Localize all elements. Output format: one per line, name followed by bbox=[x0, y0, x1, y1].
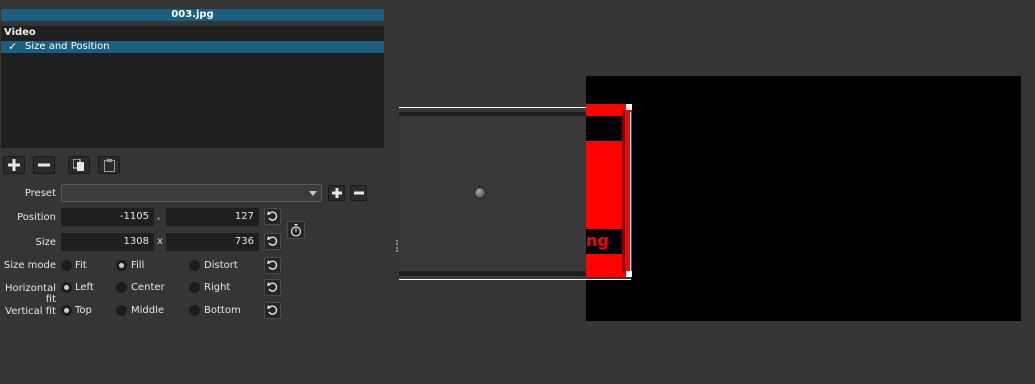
size-mode-distort-radio[interactable] bbox=[189, 260, 200, 271]
undo-icon bbox=[267, 211, 278, 221]
hfit-left-label: Left bbox=[75, 282, 94, 293]
image-strip-top bbox=[399, 112, 586, 116]
hfit-reset-button[interactable] bbox=[264, 279, 281, 296]
plus-icon bbox=[8, 159, 20, 171]
size-mode-fill-radio[interactable] bbox=[116, 260, 127, 271]
copy-filters-button[interactable] bbox=[68, 156, 90, 174]
position-label: Position bbox=[17, 212, 56, 223]
position-reset-button[interactable] bbox=[264, 208, 281, 225]
size-height-field[interactable]: 736 bbox=[166, 233, 259, 251]
add-filter-button[interactable] bbox=[3, 156, 25, 174]
preview-canvas bbox=[586, 76, 1021, 321]
position-x-field[interactable]: -1105 bbox=[61, 208, 154, 226]
vfit-middle-label: Middle bbox=[131, 305, 165, 316]
size-mode-label: Size mode bbox=[3, 260, 56, 271]
keyframe-toggle-button[interactable] bbox=[287, 221, 305, 239]
filter-enabled-checkbox[interactable]: ✓ bbox=[8, 40, 17, 53]
filter-item-label: Size and Position bbox=[25, 41, 110, 52]
horizontal-fit-label: Horizontal fit bbox=[4, 283, 56, 305]
image-black-band-bottom: ng bbox=[586, 229, 623, 254]
vfit-bottom-label: Bottom bbox=[204, 305, 241, 316]
vfit-bottom-radio[interactable] bbox=[189, 305, 200, 316]
image-black-band-top bbox=[586, 116, 623, 141]
resize-handle-bottom-right[interactable] bbox=[626, 271, 632, 277]
vfit-reset-button[interactable] bbox=[264, 302, 281, 319]
hfit-center-radio[interactable] bbox=[116, 282, 127, 293]
chevron-down-icon bbox=[309, 191, 317, 196]
size-mode-distort-label: Distort bbox=[204, 260, 238, 271]
transform-border-right bbox=[630, 112, 631, 272]
minus-icon bbox=[353, 191, 364, 195]
size-mode-fit-radio[interactable] bbox=[61, 260, 72, 271]
size-label: Size bbox=[35, 237, 56, 248]
resize-handle-top-right[interactable] bbox=[626, 104, 632, 110]
position-separator: , bbox=[157, 211, 161, 222]
stopwatch-icon bbox=[290, 223, 302, 237]
filter-group-video: Video bbox=[4, 27, 36, 38]
preset-select[interactable] bbox=[61, 184, 322, 202]
center-move-handle[interactable] bbox=[474, 187, 486, 199]
preset-label: Preset bbox=[24, 188, 56, 199]
vfit-top-label: Top bbox=[75, 305, 92, 316]
vfit-middle-radio[interactable] bbox=[116, 305, 127, 316]
size-mode-fill-label: Fill bbox=[131, 260, 145, 271]
hfit-right-label: Right bbox=[204, 282, 231, 293]
size-mode-fit-label: Fit bbox=[75, 260, 87, 271]
size-reset-button[interactable] bbox=[264, 233, 281, 250]
position-y-field[interactable]: 127 bbox=[166, 208, 259, 226]
transform-border-bottom bbox=[399, 279, 631, 280]
size-width-field[interactable]: 1308 bbox=[61, 233, 154, 251]
minus-icon bbox=[38, 163, 50, 167]
undo-icon bbox=[267, 305, 278, 315]
filter-panel-title: 003.jpg bbox=[1, 9, 384, 21]
image-strip-bottom bbox=[399, 271, 586, 276]
hfit-left-radio[interactable] bbox=[61, 282, 72, 293]
plus-icon bbox=[331, 188, 342, 198]
hfit-right-radio[interactable] bbox=[189, 282, 200, 293]
size-separator: x bbox=[157, 236, 163, 247]
add-preset-button[interactable] bbox=[328, 185, 345, 201]
vfit-top-radio[interactable] bbox=[61, 305, 72, 316]
size-mode-reset-button[interactable] bbox=[264, 257, 281, 274]
hfit-center-label: Center bbox=[131, 282, 165, 293]
copy-icon bbox=[73, 158, 84, 171]
paste-icon bbox=[103, 158, 115, 172]
image-text: ng bbox=[586, 231, 609, 250]
remove-preset-button[interactable] bbox=[350, 185, 367, 201]
vertical-fit-label: Vertical fit bbox=[5, 306, 56, 317]
remove-filter-button[interactable] bbox=[33, 156, 55, 174]
paste-filters-button[interactable] bbox=[98, 156, 120, 174]
undo-icon bbox=[267, 282, 278, 292]
undo-icon bbox=[267, 236, 278, 246]
undo-icon bbox=[267, 260, 278, 270]
